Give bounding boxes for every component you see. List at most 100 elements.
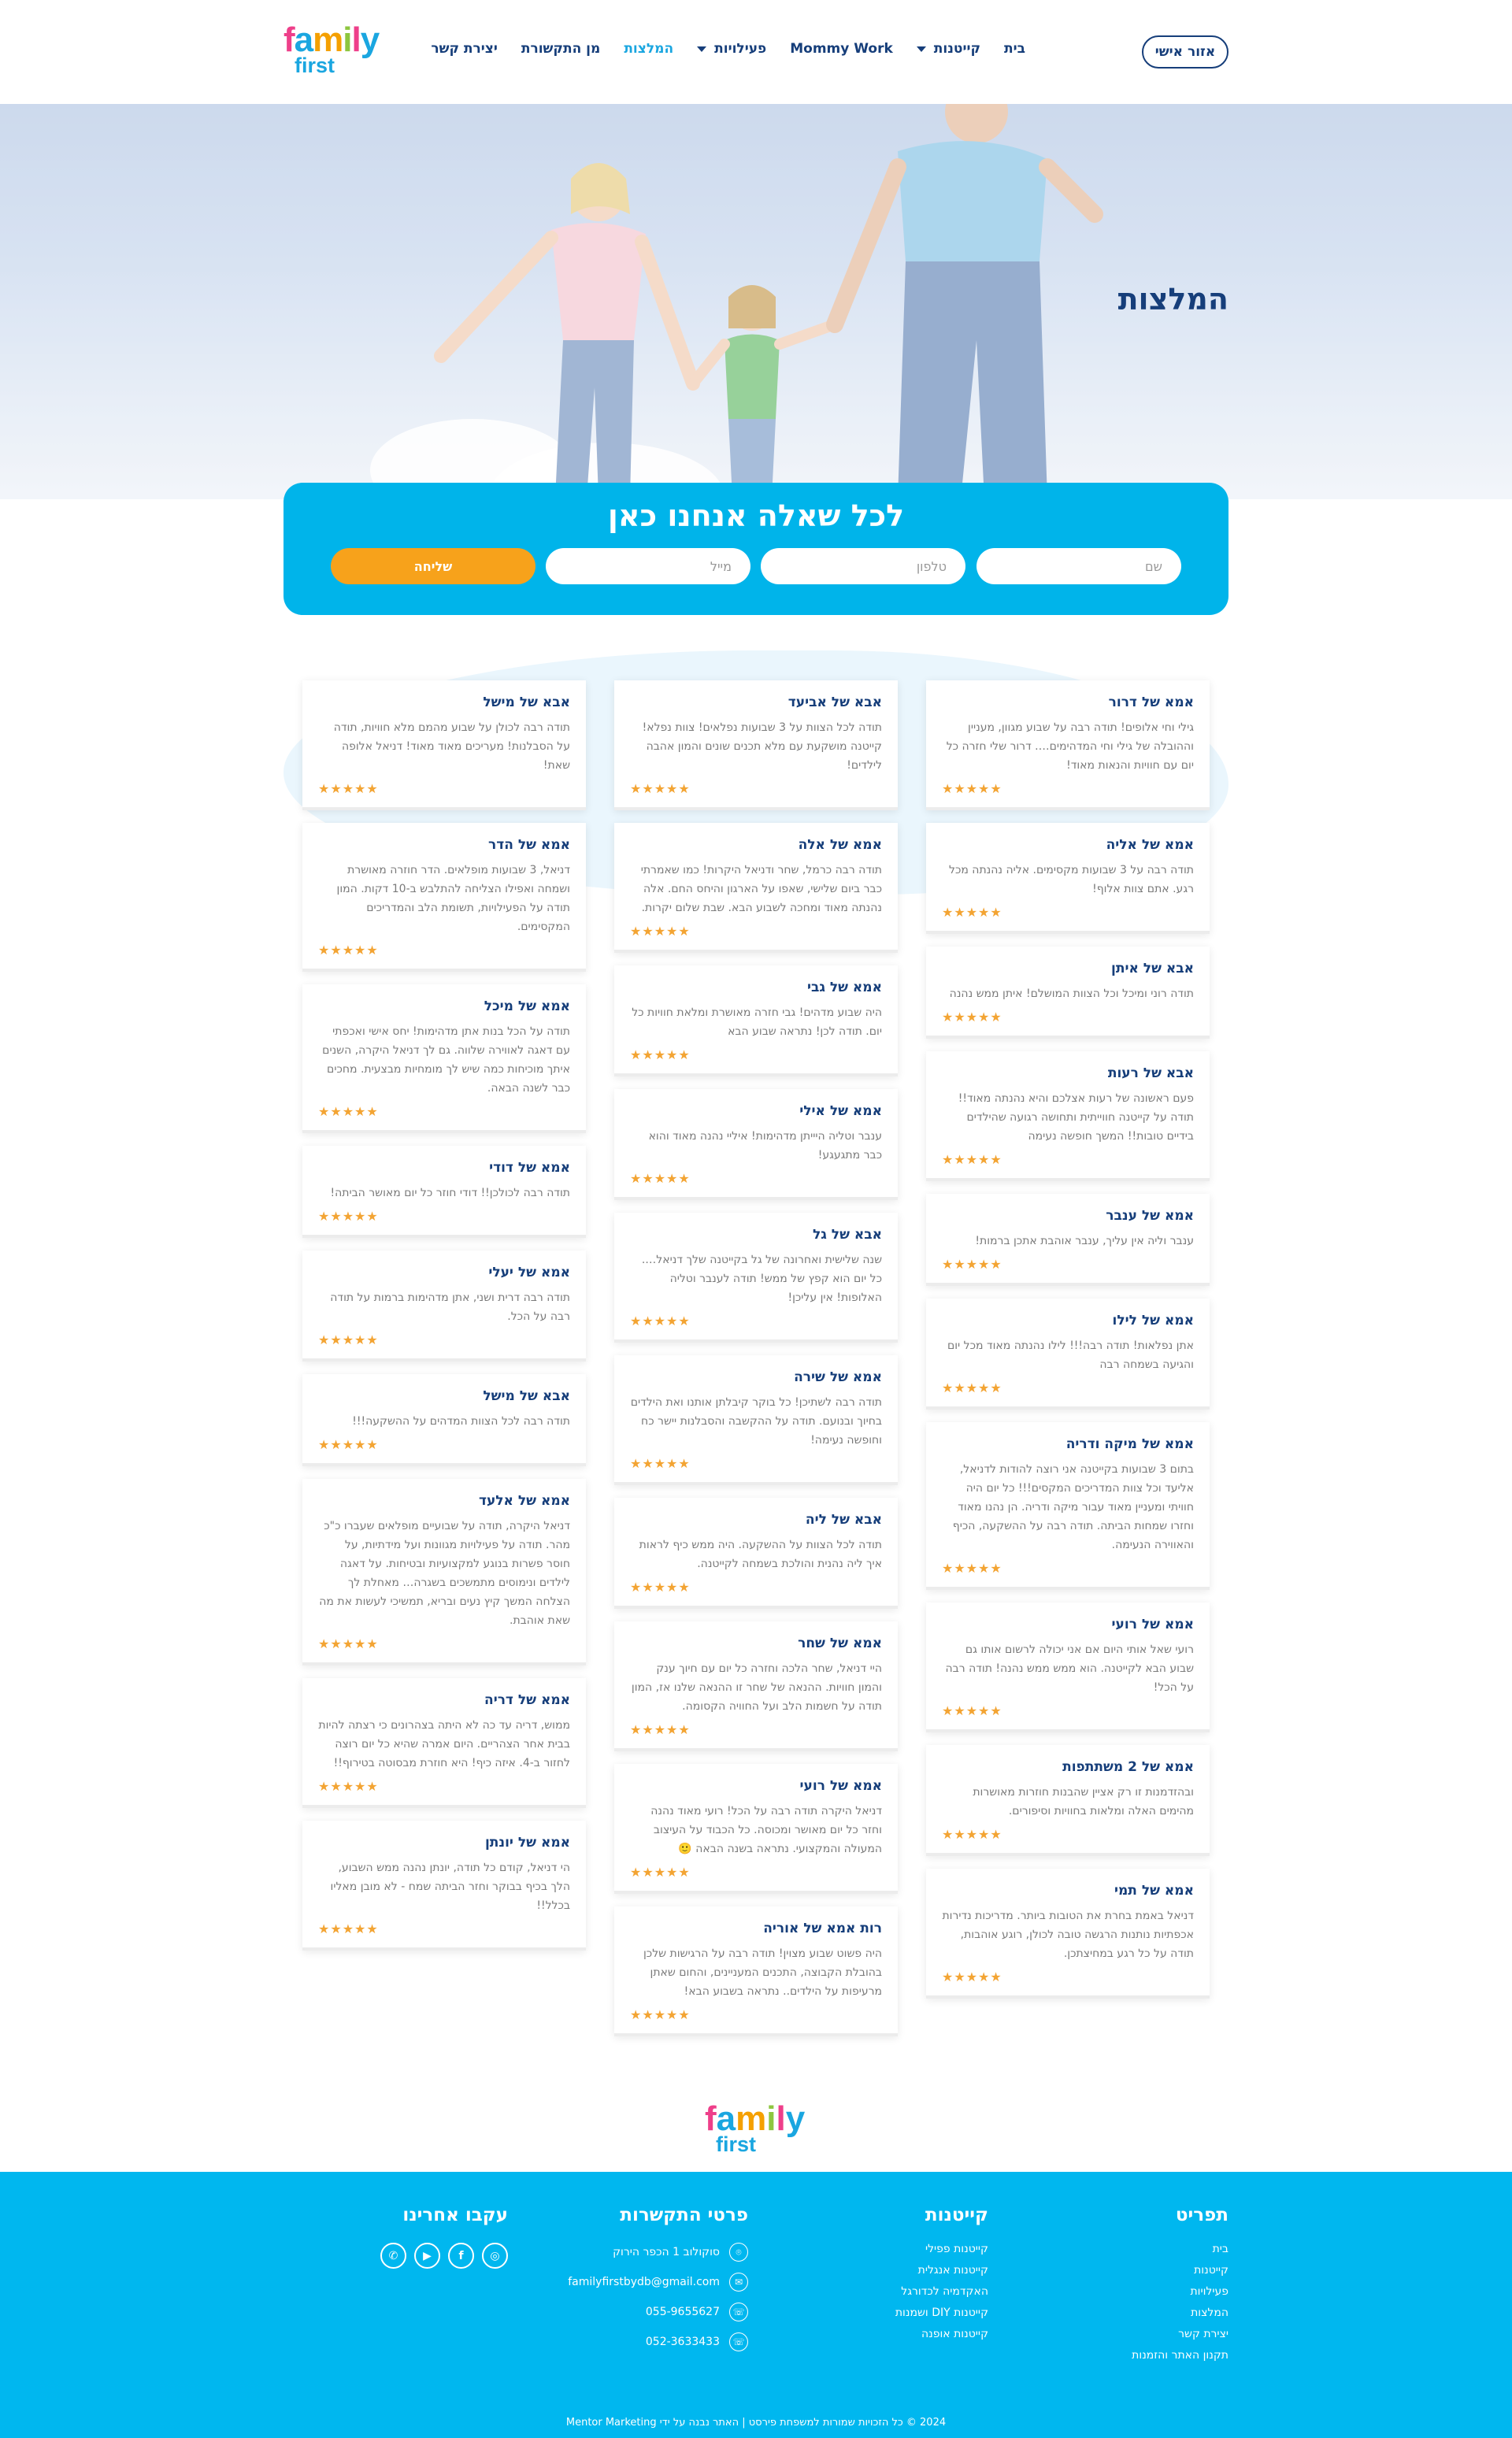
testimonial-card: אמא של גבי היה שבוע מדהים! גבי חזרה מאושר…: [614, 965, 898, 1076]
footer-logo[interactable]: family first: [705, 2102, 807, 2155]
testimonial-author: אמא של לילו: [1112, 1313, 1194, 1328]
testimonial-text: ובהזדמנות זו רק אציין שהבנות חוזרות מאוש…: [973, 1786, 1194, 1817]
testimonial-author: אמא של אלה: [798, 837, 882, 853]
footer-social-title: עקבו אחרינו: [402, 2205, 508, 2225]
testimonial-author: אבא של גל: [812, 1227, 882, 1243]
testimonial-card: רות אמא של אוריה היה פשוט שבוע מצוין! תוד…: [614, 1906, 898, 2036]
testimonial-text: ממוש, דריה עד כה לא היתה בצהרונים כי רצת…: [318, 1719, 570, 1769]
nav-camps[interactable]: קייטנות: [916, 41, 980, 57]
star-rating-icon: ★★★★★: [942, 1561, 1002, 1576]
submit-button[interactable]: שליחה: [331, 548, 536, 584]
testimonial-card: אמא של יעלי תודה רבה דרית ושני, אתן מדהימ…: [302, 1250, 586, 1362]
star-rating-icon: ★★★★★: [942, 1827, 1002, 1842]
testimonial-author: אמא של יעלי: [488, 1265, 570, 1280]
star-rating-icon: ★★★★★: [630, 1456, 691, 1471]
contact-form-title: לכל שאלה אנחנו כאן: [607, 498, 905, 533]
footer-camp-link[interactable]: קייטנות אופנה: [831, 2328, 988, 2340]
nav-media[interactable]: מן התקשורת: [521, 41, 600, 57]
star-rating-icon: ★★★★★: [318, 781, 379, 796]
footer-camp-link[interactable]: קייטנות DIY ושמנות: [831, 2306, 988, 2319]
testimonial-author: אמא של מיכל: [484, 999, 570, 1014]
testimonials-column-left: אבא של מישל תודה רבה לכולן על שבוע מהמם מ…: [302, 680, 586, 1951]
star-rating-icon: ★★★★★: [630, 1171, 691, 1186]
testimonial-card: אמא של אלעד דניאל היקרה, תודה על שבועיים …: [302, 1479, 586, 1665]
nav-contact[interactable]: יצירת קשר: [431, 41, 498, 57]
instagram-icon[interactable]: ◎: [482, 2243, 508, 2269]
star-rating-icon: ★★★★★: [942, 1010, 1002, 1024]
nav-activities[interactable]: פעילויות: [697, 41, 766, 57]
site-header: family first בית קייטנות Mommy Work פעיל…: [0, 0, 1512, 104]
star-rating-icon: ★★★★★: [318, 1921, 379, 1936]
footer-camp-link[interactable]: קייטנות פפילי: [831, 2243, 988, 2255]
testimonial-author: אמא של דודי: [489, 1160, 570, 1176]
testimonial-text: ענבר וליה אין עליך, ענבר אוהבת אתכן ברמו…: [975, 1235, 1194, 1247]
site-logo[interactable]: family first: [284, 23, 386, 76]
facebook-icon[interactable]: f: [448, 2243, 474, 2269]
testimonial-card: אבא של מישל תודה רבה לכולן על שבוע מהמם מ…: [302, 680, 586, 810]
testimonial-text: תודה רבה דרית ושני, אתן מדהימות ברמות על…: [330, 1291, 570, 1323]
footer-link-contact[interactable]: יצירת קשר: [1071, 2328, 1228, 2340]
footer-link-activities[interactable]: פעילויות: [1071, 2285, 1228, 2298]
testimonial-text: תודה רבה לכולכן!! דודי חוזר כל יום מאושר…: [330, 1187, 571, 1199]
testimonial-text: גילי וחי אלופים! תודה רבה על שבוע מגוון,…: [946, 721, 1194, 772]
email-input[interactable]: מייל: [546, 548, 750, 584]
hero-banner: המלצות: [0, 104, 1512, 499]
testimonial-card: אבא של מישל תודה רבה לכל הצוות המדהים על …: [302, 1374, 586, 1466]
star-rating-icon: ★★★★★: [942, 1152, 1002, 1167]
testimonial-author: אבא של אביעד: [788, 695, 882, 710]
footer-camp-link[interactable]: קייטנות אנגלית: [831, 2264, 988, 2277]
star-rating-icon: ★★★★★: [942, 905, 1002, 920]
star-rating-icon: ★★★★★: [318, 1104, 379, 1119]
footer-contact-title: פרטי התקשרות: [620, 2205, 748, 2225]
login-button[interactable]: אזור אישי: [1142, 35, 1228, 69]
footer-email[interactable]: ✉ familyfirstbydb@gmail.com: [543, 2273, 748, 2292]
location-pin-icon: ⌾: [729, 2243, 748, 2262]
testimonial-author: אמא של אליה: [1106, 837, 1194, 853]
testimonial-author: אמא של רועי: [1111, 1617, 1194, 1632]
testimonial-author: אמא של הדר: [488, 837, 570, 853]
testimonial-author: אמא של 2 משתתפות: [1062, 1759, 1194, 1775]
testimonial-author: אמא של דריה: [484, 1692, 570, 1708]
testimonial-text: הי דניאל, קודם כל תודה, יונתן נהנה ממש ה…: [330, 1862, 570, 1912]
nav-home[interactable]: בית: [1004, 41, 1025, 57]
footer-phone[interactable]: ☏ 052-3633433: [543, 2332, 748, 2351]
footer-camps: קייטנות קייטנות פפילי קייטנות אנגלית האק…: [831, 2205, 988, 2349]
testimonial-author: אבא של מישל: [483, 695, 570, 710]
footer-link-home[interactable]: בית: [1071, 2243, 1228, 2255]
footer-link-camps[interactable]: קייטנות: [1071, 2264, 1228, 2277]
phone-icon: ☏: [729, 2332, 748, 2351]
whatsapp-icon[interactable]: ✆: [380, 2243, 406, 2269]
footer-contact: פרטי התקשרות ⌾ סוקולוב 1 הכפר הירוק ✉ fami…: [543, 2205, 748, 2362]
nav-mommy-work[interactable]: Mommy Work: [790, 41, 893, 57]
footer-link-testimonials[interactable]: המלצות: [1071, 2306, 1228, 2319]
footer-address: ⌾ סוקולוב 1 הכפר הירוק: [543, 2243, 748, 2262]
star-rating-icon: ★★★★★: [630, 1722, 691, 1737]
star-rating-icon: ★★★★★: [630, 1313, 691, 1328]
star-rating-icon: ★★★★★: [942, 1380, 1002, 1395]
testimonial-author: אבא של מישל: [483, 1388, 570, 1404]
footer-phone[interactable]: ☏ 055-9655627: [543, 2303, 748, 2321]
star-rating-icon: ★★★★★: [942, 1257, 1002, 1272]
star-rating-icon: ★★★★★: [318, 1332, 379, 1347]
testimonials-column-middle: אבא של אביעד תודה לכל הצוות על 3 שבועות נ…: [614, 680, 898, 2036]
testimonial-card: אמא של ענבר ענבר וליה אין עליך, ענבר אוהב…: [926, 1194, 1210, 1286]
testimonial-text: תודה רוני ומיכל וכל הצוות המושלם! איתן מ…: [949, 987, 1194, 1000]
phone-input[interactable]: טלפון: [761, 548, 965, 584]
testimonial-author: אבא של רעות: [1107, 1065, 1194, 1081]
footer-sitemap: תפריט בית קייטנות פעילויות המלצות יצירת …: [1071, 2205, 1228, 2370]
nav-testimonials[interactable]: המלצות: [624, 41, 673, 57]
contact-form-panel: לכל שאלה אנחנו כאן שם טלפון מייל שליחה: [284, 483, 1228, 615]
testimonial-card: אמא של דרור גילי וחי אלופים! תודה רבה על …: [926, 680, 1210, 810]
testimonial-text: היה פשוט שבוע מצוין! תודה רבה על הרגישות…: [643, 1947, 882, 1998]
testimonial-author: אמא של שירה: [794, 1369, 882, 1385]
testimonial-card: אמא של אליה תודה רבה על 3 שבועות מקסימים.…: [926, 823, 1210, 934]
chevron-down-icon: [916, 46, 926, 52]
youtube-icon[interactable]: ▶: [414, 2243, 440, 2269]
footer-camps-title: קייטנות: [925, 2205, 988, 2225]
testimonial-card: אמא של אלה תודה רבה כרמל, שחר ודניאל היקר…: [614, 823, 898, 953]
footer-link-terms[interactable]: תקנון האתר והזמנות: [1071, 2349, 1228, 2362]
footer-camp-link[interactable]: האקדמיה לכדורגל: [831, 2285, 988, 2298]
testimonial-text: תודה לכל הצוות על 3 שבועות נפלאים! צוות …: [642, 721, 882, 772]
testimonial-text: היה שבוע מדהים! גבי חזרה מאושרת ומלאת חו…: [632, 1006, 882, 1038]
name-input[interactable]: שם: [976, 548, 1181, 584]
